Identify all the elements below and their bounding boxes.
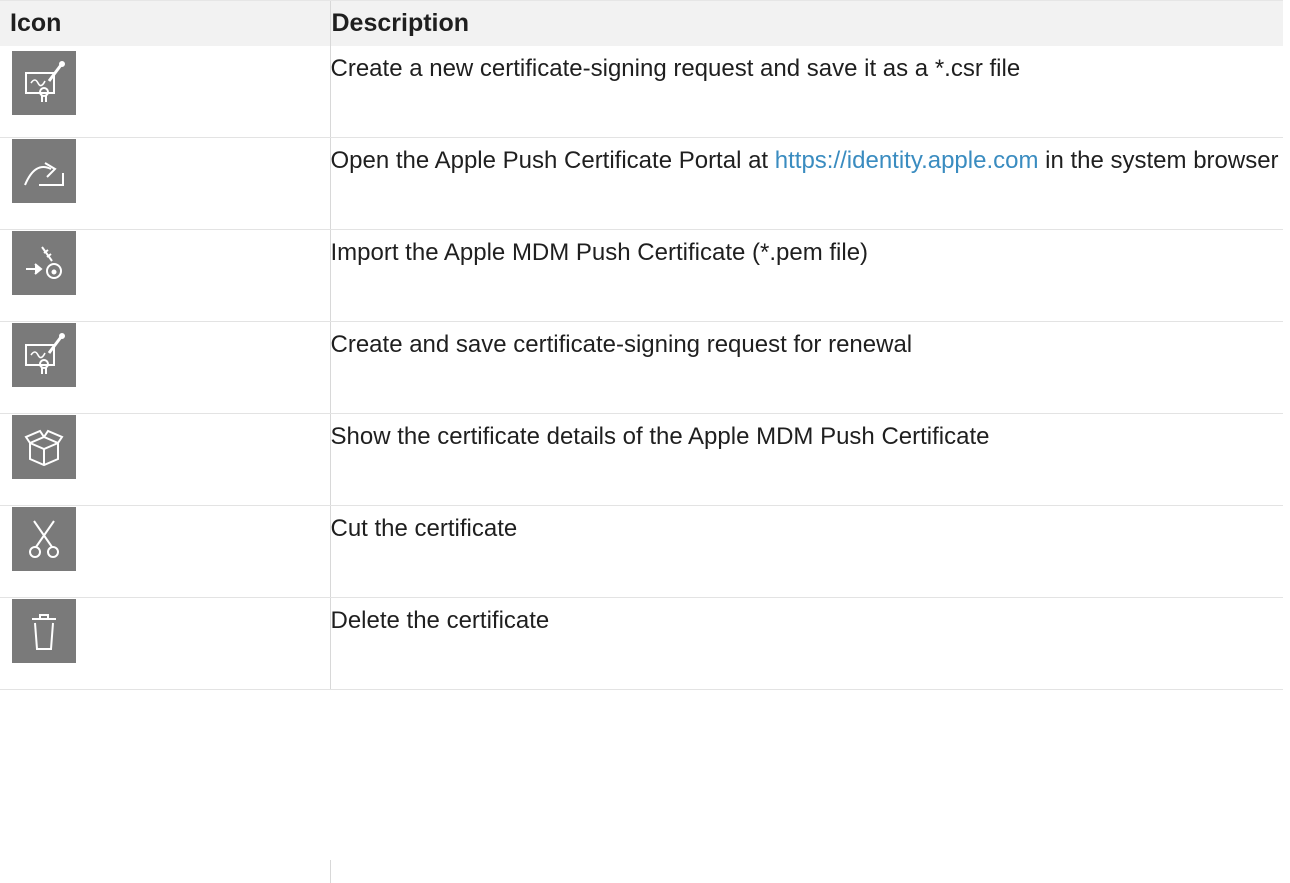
certificate-request-icon <box>12 51 76 115</box>
row-description: Create a new certificate-signing request… <box>329 46 1283 138</box>
table-row: Open the Apple Push Certificate Portal a… <box>0 137 1283 230</box>
certificate-request-icon <box>12 323 76 387</box>
row-description: Import the Apple MDM Push Certificate (*… <box>329 229 1283 322</box>
row-description: Delete the certificate <box>329 597 1283 690</box>
table-row: Create a new certificate-signing request… <box>0 46 1283 138</box>
trash-icon <box>12 599 76 663</box>
scissors-icon <box>12 507 76 571</box>
box-details-icon <box>12 415 76 479</box>
column-divider <box>330 860 331 883</box>
table-row: Create and save certificate-signing requ… <box>0 321 1283 414</box>
icon-description-table: Icon Description Create a new certificat <box>0 0 1283 690</box>
row-description: Create and save certificate-signing requ… <box>329 321 1283 414</box>
table-row: Cut the certificate <box>0 505 1283 598</box>
row-description: Show the certificate details of the Appl… <box>329 413 1283 506</box>
description-column-header: Description <box>329 0 1283 46</box>
table-row: Import the Apple MDM Push Certificate (*… <box>0 229 1283 322</box>
identity-apple-link[interactable]: https://identity.apple.com <box>775 147 1039 174</box>
row-description: Cut the certificate <box>329 505 1283 598</box>
table-header-row: Icon Description <box>0 0 1283 46</box>
icon-column-header: Icon <box>0 0 330 46</box>
row-description: Open the Apple Push Certificate Portal a… <box>329 137 1283 230</box>
table-row: Delete the certificate <box>0 597 1283 690</box>
import-key-icon <box>12 231 76 295</box>
table-row: Show the certificate details of the Appl… <box>0 413 1283 506</box>
open-portal-icon <box>12 139 76 203</box>
